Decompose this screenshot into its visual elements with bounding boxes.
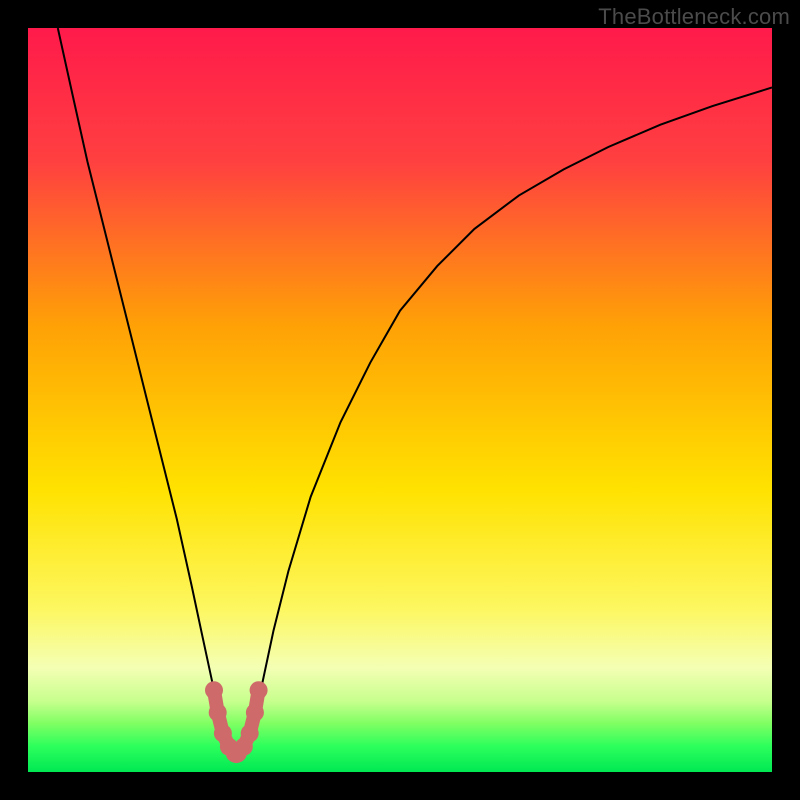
plot-frame — [28, 28, 772, 772]
highlight-dot — [246, 704, 264, 722]
highlight-dot — [209, 704, 227, 722]
bottleneck-chart — [28, 28, 772, 772]
chart-background — [28, 28, 772, 772]
watermark-text: TheBottleneck.com — [598, 4, 790, 30]
highlight-dot — [205, 681, 223, 699]
highlight-dot — [250, 681, 268, 699]
highlight-dot — [241, 724, 259, 742]
